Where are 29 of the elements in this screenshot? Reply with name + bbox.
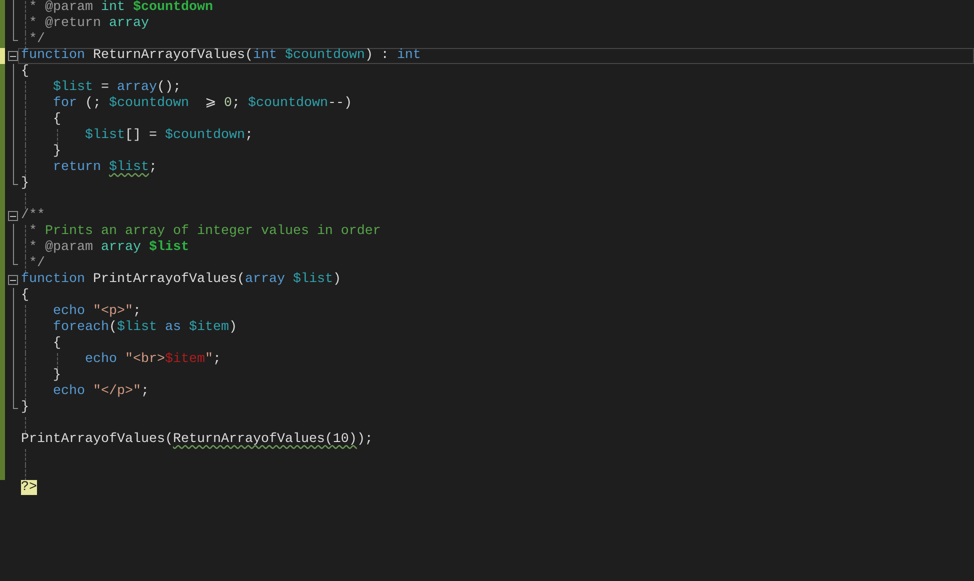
code-line: echo "<br>$item"; [85, 352, 221, 367]
code-line: return $list; [53, 160, 157, 175]
code-line: function ReturnArrayofValues(int $countdown) : int [21, 48, 421, 63]
code-line: * @param int $countdown [29, 0, 213, 15]
code-line: echo "<p>"; [53, 304, 141, 319]
collapse-toggle[interactable] [8, 51, 18, 61]
code-line: } [21, 176, 29, 191]
code-line: * Prints an array of integer values in order [29, 224, 381, 239]
code-line: { [53, 336, 61, 351]
code-line: { [21, 288, 29, 303]
code-line: */ [29, 32, 45, 47]
collapse-toggle[interactable] [8, 275, 18, 285]
code-line: foreach($list as $item) [53, 320, 237, 335]
code-line: * @return array [29, 16, 149, 31]
code-line: } [21, 400, 29, 415]
code-line: { [53, 112, 61, 127]
collapse-toggle[interactable] [8, 211, 18, 221]
code-line: */ [29, 256, 45, 271]
code-line: function PrintArrayofValues(array $list) [21, 272, 341, 287]
code-line: $list[] = $countdown; [85, 128, 253, 143]
code-line: { [21, 64, 29, 79]
code-line: echo "</p>"; [53, 384, 149, 399]
code-line: } [53, 144, 61, 159]
code-line: $list = array(); [53, 80, 181, 95]
code-line: PrintArrayofValues(ReturnArrayofValues(10)); [21, 432, 373, 447]
code-line: } [53, 368, 61, 383]
code-line: /** [21, 208, 45, 223]
code-line: * @param array $list [29, 240, 189, 255]
code-line: for (; $countdown ⩾ 0; $countdown--) [53, 96, 352, 111]
